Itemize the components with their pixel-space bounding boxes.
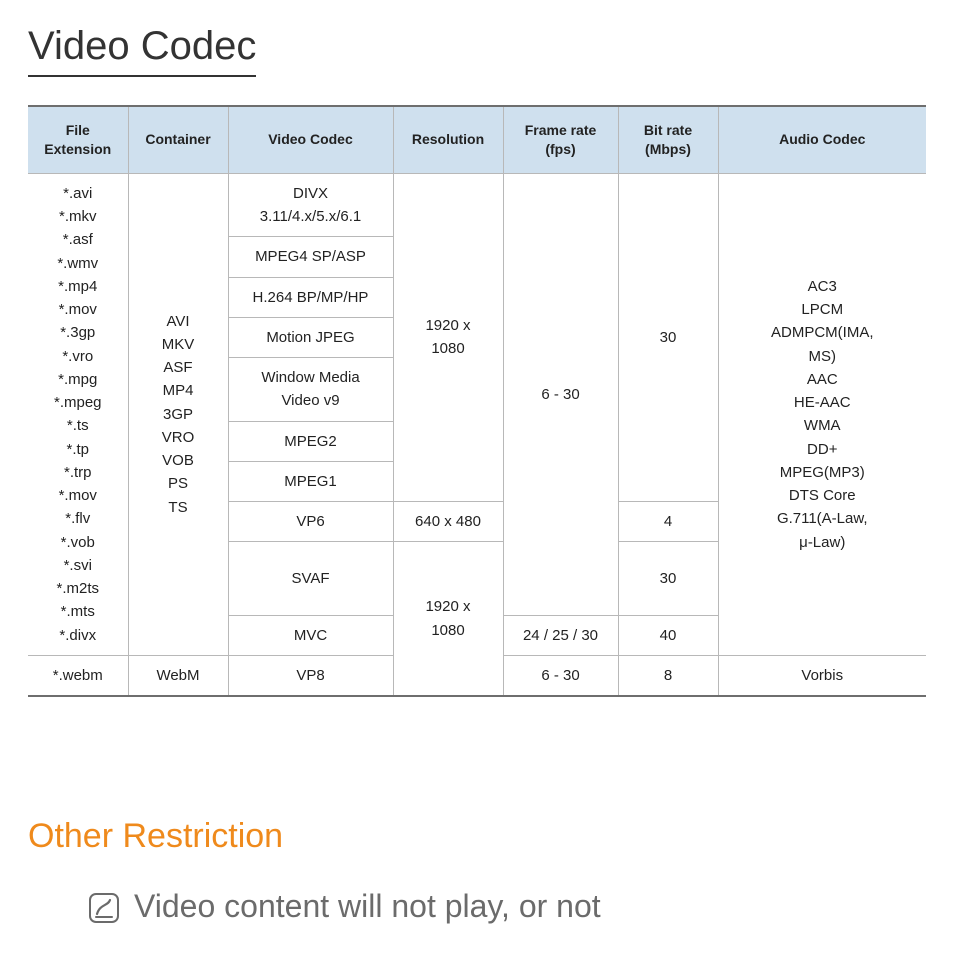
col-extension: FileExtension	[28, 106, 128, 173]
cell-webm-acodec: Vorbis	[718, 655, 926, 696]
cell-bitrate-0: 30	[618, 173, 718, 501]
cell-bitrate-1: 4	[618, 502, 718, 542]
col-container: Container	[128, 106, 228, 173]
cell-fps-2: 6 - 30	[503, 655, 618, 696]
cell-bitrate-4: 8	[618, 655, 718, 696]
restriction-heading: Other Restriction	[28, 817, 926, 856]
col-vcodec: Video Codec	[228, 106, 393, 173]
cell-res-1: 640 x 480	[393, 502, 503, 542]
cell-webm-ext: *.webm	[28, 655, 128, 696]
col-resolution: Resolution	[393, 106, 503, 173]
cell-fps-0: 6 - 30	[503, 173, 618, 615]
cell-webm-container: WebM	[128, 655, 228, 696]
cell-vcodec-4: Window MediaVideo v9	[228, 358, 393, 422]
cell-extensions: *.avi*.mkv*.asf*.wmv*.mp4*.mov*.3gp*.vro…	[28, 173, 128, 655]
cell-res-0: 1920 x1080	[393, 173, 503, 501]
cell-vcodec-5: MPEG2	[228, 421, 393, 461]
codec-table: FileExtension Container Video Codec Reso…	[28, 105, 926, 697]
page-title: Video Codec	[28, 24, 256, 77]
col-fps: Frame rate(fps)	[503, 106, 618, 173]
cell-vcodec-1: MPEG4 SP/ASP	[228, 237, 393, 277]
restriction-note: Video content will not play, or not	[134, 886, 601, 928]
cell-res-2: 1920 x1080	[393, 542, 503, 696]
note-icon	[88, 892, 120, 924]
cell-vcodec-7: VP6	[228, 502, 393, 542]
cell-vcodec-0: DIVX3.11/4.x/5.x/6.1	[228, 173, 393, 237]
cell-containers: AVIMKVASFMP43GPVROVOBPSTS	[128, 173, 228, 655]
cell-vcodec-9: MVC	[228, 615, 393, 655]
col-bitrate: Bit rate(Mbps)	[618, 106, 718, 173]
cell-acodec-main: AC3LPCMADMPCM(IMA,MS)AACHE-AACWMADD+MPEG…	[718, 173, 926, 655]
col-acodec: Audio Codec	[718, 106, 926, 173]
cell-vcodec-3: Motion JPEG	[228, 317, 393, 357]
cell-vcodec-2: H.264 BP/MP/HP	[228, 277, 393, 317]
cell-bitrate-2: 30	[618, 542, 718, 615]
cell-fps-1: 24 / 25 / 30	[503, 615, 618, 655]
cell-bitrate-3: 40	[618, 615, 718, 655]
cell-vcodec-6: MPEG1	[228, 461, 393, 501]
cell-vcodec-8: SVAF	[228, 542, 393, 615]
cell-webm-vcodec: VP8	[228, 655, 393, 696]
